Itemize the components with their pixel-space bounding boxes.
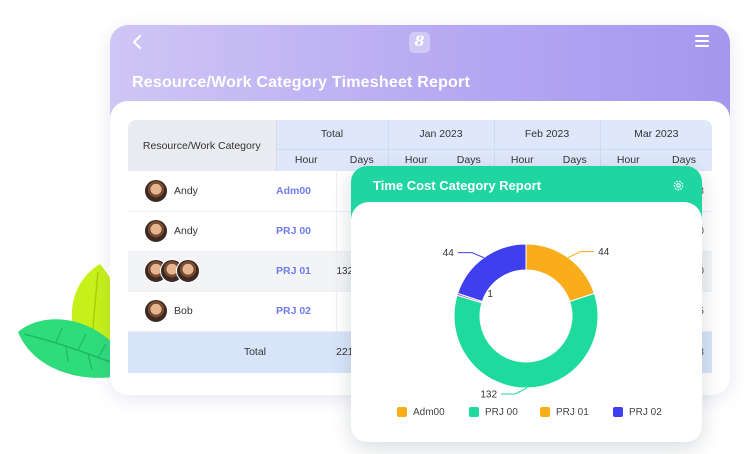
legend-label: PRJ 00 [485,407,518,418]
group-header-feb: Feb 2023 [493,120,600,149]
legend-label: PRJ 02 [629,407,662,418]
legend-label: PRJ 01 [556,407,589,418]
leader-line [457,252,485,259]
project-link[interactable]: Adm00 [276,171,336,212]
cost-category-popup: Time Cost Category Report 44 132 1 44 Adm00… [351,166,702,442]
legend-swatch [469,407,479,418]
leader-line [501,387,528,395]
legend-swatch [540,407,550,418]
legend-item-prj-01[interactable]: PRJ 01 [540,407,589,418]
avatar [176,259,200,283]
legend-label: Adm00 [413,407,445,418]
resource-column-header: Resource/Work Category [128,120,276,171]
donut-chart: 44132144 [443,243,610,400]
data-label-prj00: 132 [480,389,497,400]
leader-line [567,251,595,259]
group-header-jan: Jan 2023 [387,120,494,149]
popup-title: Time Cost Category Report [373,178,542,193]
chart-legend: Adm00 PRJ 00 PRJ 01 PRJ 02 [397,407,697,421]
person-name: Bob [174,305,193,317]
group-header-mar: Mar 2023 [599,120,712,149]
avatar [144,219,168,243]
data-label-adm00: 44 [598,247,610,258]
top-bar: 8 [110,25,730,59]
donut-slice-prj-00 [453,292,599,389]
project-link[interactable]: PRJ 00 [276,211,336,252]
legend-item-prj-02[interactable]: PRJ 02 [613,407,662,418]
subheader-hour: Hour [275,148,336,171]
project-link[interactable]: PRJ 01 [276,251,336,292]
donut-slice-adm00 [525,243,595,303]
person-name: Andy [174,225,198,237]
legend-item-prj-00[interactable]: PRJ 00 [469,407,518,418]
data-label-prj02: 44 [443,248,455,259]
page-title: Resource/Work Category Timesheet Report [132,74,470,91]
hamburger-menu-icon[interactable] [695,35,709,49]
back-arrow-icon[interactable] [130,34,146,50]
legend-swatch [613,407,623,418]
group-header-total: Total [275,120,388,149]
avatar [144,178,168,203]
total-label: Total [128,331,276,373]
project-link[interactable]: PRJ 02 [276,291,336,332]
gear-icon[interactable] [672,179,685,192]
legend-swatch [397,407,407,418]
legend-item-adm00[interactable]: Adm00 [397,407,445,418]
person-name: Andy [174,184,198,197]
app-logo: 8 [409,32,430,53]
avatar [144,299,168,323]
